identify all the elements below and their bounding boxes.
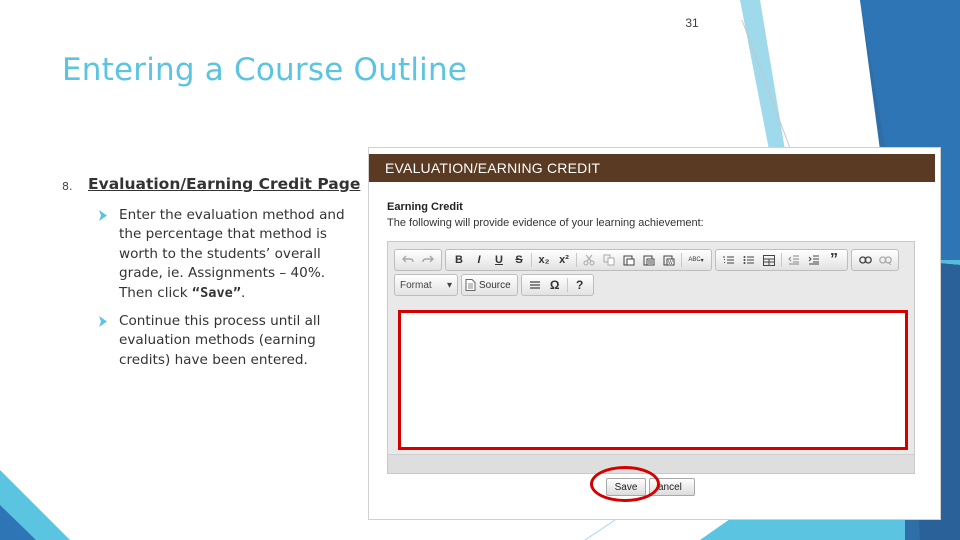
toolbar-separator <box>781 253 782 267</box>
instruction-item: Enter the evaluation method and the perc… <box>98 206 356 303</box>
toolbar-group-paragraph: ” <box>715 249 848 271</box>
slide-title: Entering a Course Outline <box>62 52 468 88</box>
special-char-icon[interactable]: Ω <box>546 276 564 294</box>
outdent-icon[interactable] <box>785 251 803 269</box>
bulleted-list-icon[interactable] <box>740 251 758 269</box>
horizontal-line-icon[interactable] <box>526 276 544 294</box>
bullet-arrow-icon <box>99 316 107 328</box>
editor-text-area-highlighted[interactable] <box>398 310 908 450</box>
italic-button[interactable]: I <box>470 251 488 269</box>
numbered-list-icon[interactable] <box>720 251 738 269</box>
chevron-down-icon: ▾ <box>446 279 452 291</box>
paste-text-icon[interactable] <box>640 251 658 269</box>
undo-icon[interactable] <box>399 251 417 269</box>
instruction-text: Continue this process until all evaluati… <box>119 313 321 368</box>
help-icon[interactable]: ? <box>571 276 589 294</box>
subscript-button[interactable]: x₂ <box>535 251 553 269</box>
source-icon <box>465 279 476 291</box>
underline-button[interactable]: U <box>490 251 508 269</box>
paste-word-icon[interactable]: W <box>660 251 678 269</box>
link-icon[interactable] <box>856 251 874 269</box>
bullet-arrow-icon <box>99 210 107 221</box>
toolbar-separator <box>531 253 532 267</box>
format-dropdown[interactable]: Format ▾ <box>394 274 458 296</box>
earning-credit-description: The following will provide evidence of y… <box>387 217 704 229</box>
slide-number: 31 <box>685 16 699 30</box>
screenshot-panel: EVALUATION/EARNING CREDIT Earning Credit… <box>368 147 941 520</box>
toolbar-group-links <box>851 249 899 271</box>
instruction-item: Continue this process until all evaluati… <box>98 312 356 370</box>
cut-icon[interactable] <box>580 251 598 269</box>
paste-icon[interactable] <box>620 251 638 269</box>
earning-credit-label: Earning Credit <box>387 201 463 213</box>
deco-bottom-line <box>584 519 616 540</box>
toolbar-separator <box>566 278 568 292</box>
toolbar-group-insert: Ω ? <box>520 274 594 296</box>
save-highlight-circle <box>590 466 660 502</box>
toolbar-separator <box>576 253 577 267</box>
toolbar-group-history <box>394 249 442 271</box>
format-select[interactable]: Format ▾ <box>395 275 457 295</box>
spellcheck-glyph: ABC <box>688 257 701 263</box>
toolbar-separator <box>681 253 682 267</box>
toolbar-group-formatting: B I U S x₂ x² W ABC ▾ <box>445 249 712 271</box>
editor-toolbar-row-2: Format ▾ Source Ω ? <box>394 274 594 296</box>
copy-icon[interactable] <box>600 251 618 269</box>
source-button[interactable]: Source <box>461 274 518 296</box>
table-icon[interactable] <box>760 251 778 269</box>
spellcheck-icon[interactable]: ABC ▾ <box>685 251 707 269</box>
unlink-icon[interactable] <box>876 251 894 269</box>
form-header-title: EVALUATION/EARNING CREDIT <box>385 160 601 176</box>
blockquote-icon[interactable]: ” <box>825 251 843 269</box>
editor-status-bar <box>388 454 914 473</box>
instruction-list: Enter the evaluation method and the perc… <box>98 206 356 379</box>
editor-toolbar-row-1: B I U S x₂ x² W ABC ▾ ” <box>394 249 899 271</box>
form-header-bar: EVALUATION/EARNING CREDIT <box>369 154 935 182</box>
source-label: Source <box>479 279 511 291</box>
svg-text:W: W <box>668 260 673 266</box>
bold-button[interactable]: B <box>450 251 468 269</box>
instruction-text-end: . <box>241 284 246 301</box>
format-label: Format <box>400 279 432 291</box>
step-title: Evaluation/Earning Credit Page <box>88 175 361 193</box>
redo-icon[interactable] <box>419 251 437 269</box>
deco-thin-blue-strip <box>740 0 785 155</box>
instruction-emphasis: “Save” <box>191 284 242 301</box>
superscript-button[interactable]: x² <box>555 251 573 269</box>
rich-text-editor: B I U S x₂ x² W ABC ▾ ” Format ▾ Source … <box>387 241 915 474</box>
strikethrough-button[interactable]: S <box>510 251 528 269</box>
indent-icon[interactable] <box>805 251 823 269</box>
step-number: 8. <box>62 180 73 193</box>
